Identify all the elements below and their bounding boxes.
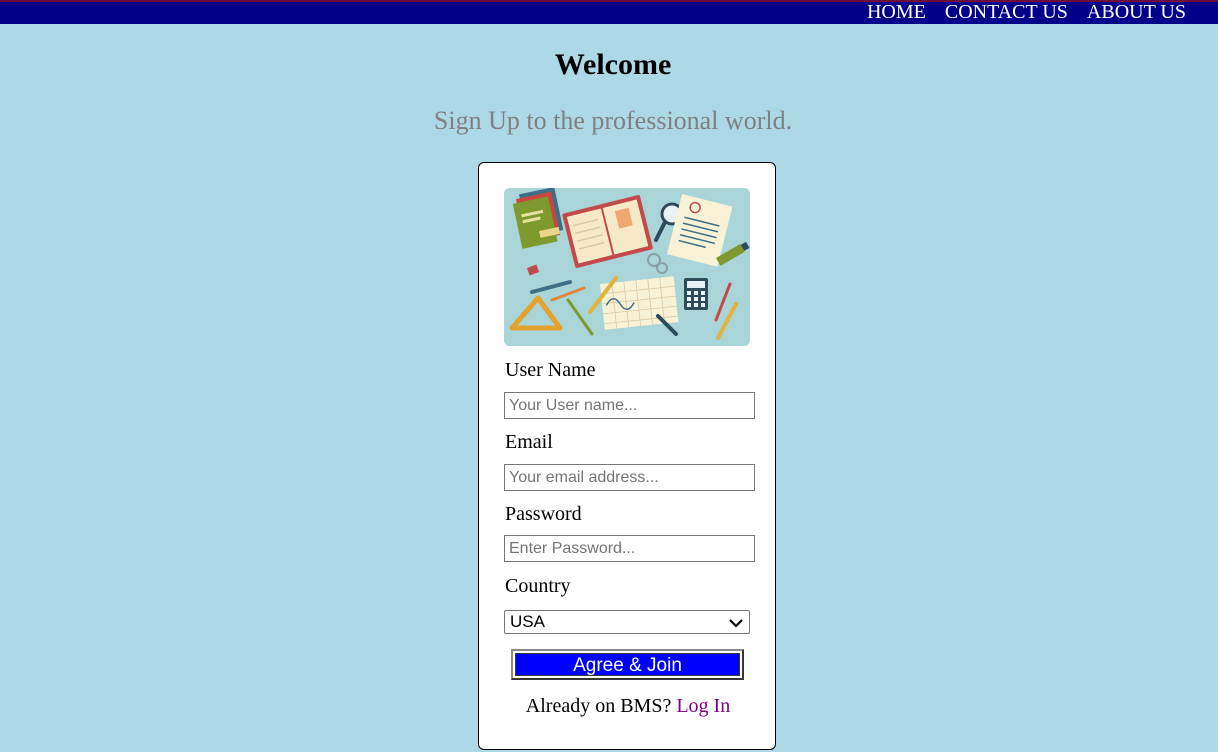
stationery-illustration — [504, 188, 750, 346]
email-input[interactable] — [504, 464, 755, 491]
country-label: Country — [505, 575, 571, 597]
nav-contact-link[interactable]: CONTACT US — [945, 2, 1068, 23]
nav-home-link[interactable]: HOME — [867, 2, 926, 23]
agree-join-label: Agree & Join — [515, 653, 740, 676]
page-title: Welcome — [554, 48, 672, 81]
country-selected-value: USA — [510, 612, 545, 631]
already-text: Already on BMS? — [525, 695, 672, 717]
login-prompt: Already on BMS? Log In — [479, 694, 777, 718]
nav-links: HOME CONTACT US ABOUT US — [867, 2, 1186, 23]
top-nav-bar: HOME CONTACT US ABOUT US — [0, 0, 1218, 24]
signup-card: User Name Email Password Country USA Agr… — [478, 162, 776, 750]
country-select[interactable]: USA — [504, 610, 750, 634]
username-label: User Name — [505, 359, 596, 381]
email-label: Email — [505, 431, 553, 453]
nav-about-link[interactable]: ABOUT US — [1087, 2, 1186, 23]
chevron-down-icon — [728, 614, 744, 636]
page-subtitle: Sign Up to the professional world. — [433, 106, 793, 135]
username-input[interactable] — [504, 392, 755, 419]
password-label: Password — [505, 503, 582, 525]
agree-join-button[interactable]: Agree & Join — [511, 649, 744, 680]
login-link[interactable]: Log In — [676, 695, 730, 717]
password-input[interactable] — [504, 535, 755, 562]
